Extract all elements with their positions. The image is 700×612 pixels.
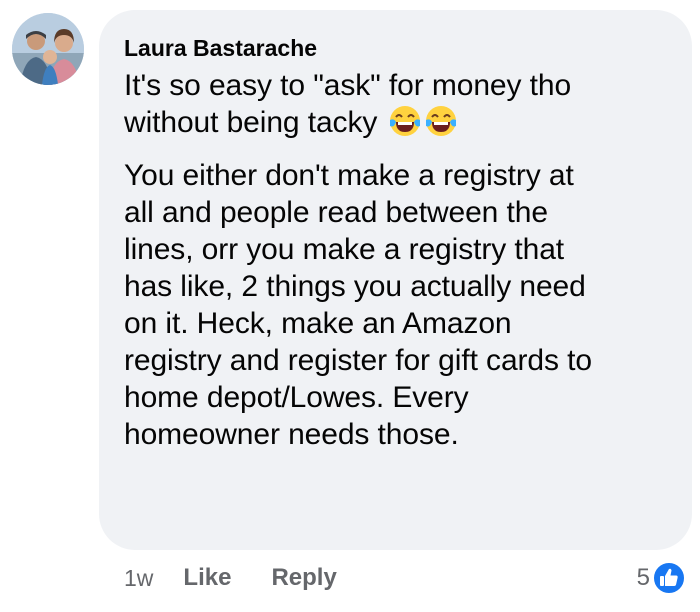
comment-line: lines, orr you make a registry that <box>124 233 565 266</box>
reaction-count: 5 <box>636 564 650 591</box>
comment-line: registry and register for gift cards to <box>124 344 592 377</box>
comment-line: all and people read between the <box>124 196 548 229</box>
reply-button[interactable]: Reply <box>271 564 336 592</box>
comment-line: You either don't make a registry at <box>124 159 574 192</box>
like-thumbs-up-icon <box>652 561 686 595</box>
reaction-summary[interactable]: 5 <box>637 560 686 596</box>
face-with-tears-of-joy-icon <box>388 104 422 138</box>
like-button[interactable]: Like <box>183 564 231 592</box>
comment-author[interactable]: Laura Bastarache <box>124 34 672 62</box>
comment-line: without being tacky <box>124 106 378 139</box>
comment-paragraph: You either don't make a registry at all … <box>124 157 672 453</box>
comment-line: It's so easy to "ask" for money tho <box>124 69 572 102</box>
avatar[interactable] <box>12 13 84 85</box>
comment-paragraph: It's so easy to "ask" for money tho with… <box>124 67 672 141</box>
face-with-tears-of-joy-icon <box>424 104 458 138</box>
comment-line: has like, 2 things you actually need <box>124 270 586 303</box>
comment-actions: 1w Like Reply <box>124 563 377 593</box>
comment-line: on it. Heck, make an Amazon <box>124 307 512 340</box>
comment-timestamp[interactable]: 1w <box>124 565 153 592</box>
comment-line: homeowner needs those. <box>124 418 459 451</box>
comment-bubble: Laura Bastarache It's so easy to "ask" f… <box>99 10 692 550</box>
comment-line: home depot/Lowes. Every <box>124 381 469 414</box>
